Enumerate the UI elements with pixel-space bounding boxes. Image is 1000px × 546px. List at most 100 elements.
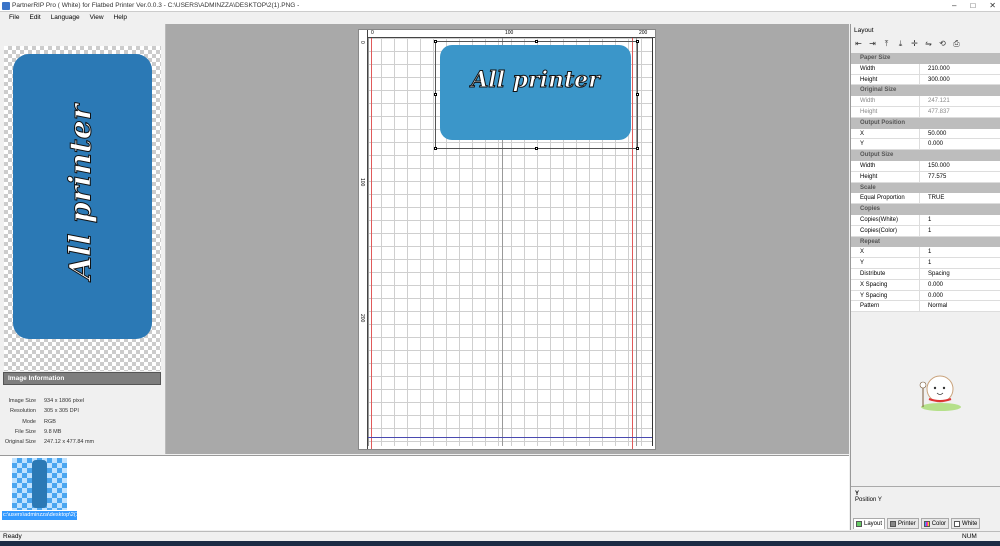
- menu-view[interactable]: View: [90, 14, 104, 21]
- section-header[interactable]: Original Size: [851, 85, 1000, 97]
- info-row: Image Size 934 x 1806 pixel: [8, 398, 85, 404]
- property-value[interactable]: 77.575: [919, 171, 1000, 182]
- left-panel: All printer Image Information Image Size…: [0, 24, 166, 454]
- property-value[interactable]: 150.000: [919, 160, 1000, 171]
- tab-color[interactable]: Color: [920, 518, 950, 529]
- align-left-icon[interactable]: ⇤: [853, 39, 864, 49]
- property-value[interactable]: 210.000: [919, 63, 1000, 74]
- property-row[interactable]: Height 477.837: [851, 106, 1000, 118]
- property-row[interactable]: Y Spacing 0.000: [851, 290, 1000, 302]
- property-name: Height: [860, 76, 878, 83]
- property-value[interactable]: 1: [919, 258, 1000, 268]
- num-lock-indicator: NUM: [962, 533, 977, 540]
- info-row: Original Size 247.12 x 477.84 mm: [4, 439, 95, 446]
- resize-handle[interactable]: [535, 40, 538, 43]
- property-value[interactable]: 247.121: [919, 96, 1000, 106]
- property-value[interactable]: 50.000: [919, 128, 1000, 139]
- file-thumbnail-image: [12, 458, 67, 510]
- property-name: X: [860, 249, 865, 256]
- menu-edit[interactable]: Edit: [29, 14, 40, 21]
- print-icon[interactable]: ⎙: [951, 39, 962, 49]
- align-bottom-icon[interactable]: ⤓: [895, 39, 906, 49]
- property-row[interactable]: Equal Proportion TRUE: [851, 193, 1000, 205]
- property-value[interactable]: 300.000: [919, 74, 1000, 85]
- tab-layout[interactable]: Layout: [853, 518, 886, 529]
- property-row[interactable]: Pattern Normal: [851, 301, 1000, 313]
- maximize-button[interactable]: □: [970, 1, 975, 10]
- property-value[interactable]: Spacing: [919, 268, 1000, 279]
- section-header[interactable]: Copies: [851, 204, 1000, 215]
- print-page[interactable]: mm 0 100 200 0 100 200 All printer: [358, 29, 656, 450]
- print-image[interactable]: All printer: [440, 45, 631, 140]
- flip-icon[interactable]: ⇋: [923, 39, 934, 49]
- ruler-tick-label: 200: [359, 314, 365, 323]
- ruler-tick-label: 200: [639, 30, 648, 36]
- menu-file[interactable]: File: [9, 14, 19, 21]
- preview-text: All printer: [63, 104, 99, 280]
- property-row[interactable]: Width 210.000: [851, 63, 1000, 75]
- tab-printer[interactable]: Printer: [887, 518, 919, 529]
- property-row[interactable]: Height 77.575: [851, 171, 1000, 183]
- info-row: File Size 9.8 MB: [14, 428, 62, 435]
- ruler-tick-label: 0: [371, 30, 374, 36]
- property-row[interactable]: X Spacing 0.000: [851, 279, 1000, 291]
- section-header[interactable]: Paper Size: [851, 53, 1000, 64]
- property-value[interactable]: 0.000: [919, 279, 1000, 290]
- section-header[interactable]: Scale: [851, 182, 1000, 194]
- property-row[interactable]: Y1: [851, 258, 1000, 269]
- info-row: Mode RGB: [22, 418, 56, 425]
- property-name: X Spacing: [860, 281, 888, 288]
- property-row[interactable]: Width 247.121: [851, 96, 1000, 107]
- resize-handle[interactable]: [636, 147, 639, 150]
- resize-handle[interactable]: [434, 147, 437, 150]
- tab-white[interactable]: White: [951, 518, 981, 529]
- section-header[interactable]: Repeat: [851, 236, 1000, 248]
- file-strip: c:\users\adminzza\desktop\2(1).png: [0, 455, 849, 530]
- property-value[interactable]: TRUE: [919, 193, 1000, 204]
- property-row[interactable]: Height 300.000: [851, 74, 1000, 86]
- align-top-icon[interactable]: ⤒: [881, 39, 892, 49]
- close-button[interactable]: ✕: [989, 1, 996, 10]
- resize-handle[interactable]: [535, 147, 538, 150]
- property-row[interactable]: X 50.000: [851, 128, 1000, 140]
- ruler-tick-label: 100: [359, 178, 365, 187]
- rotate-icon[interactable]: ⟲: [937, 39, 948, 49]
- property-row[interactable]: Copies(White) 1: [851, 214, 1000, 226]
- center-icon[interactable]: ✛: [909, 39, 920, 49]
- property-row[interactable]: X1: [851, 247, 1000, 259]
- property-name: Y: [860, 141, 865, 148]
- ruler-tick-label: 100: [505, 30, 514, 36]
- menu-help[interactable]: Help: [114, 14, 127, 21]
- section-header[interactable]: Output Size: [851, 150, 1000, 161]
- margin-line-left: [371, 38, 372, 449]
- property-value[interactable]: 477.837: [919, 106, 1000, 117]
- property-value[interactable]: 0.000: [919, 139, 1000, 150]
- property-value[interactable]: 1: [919, 214, 1000, 225]
- canvas-area[interactable]: mm 0 100 200 0 100 200 All printer: [166, 24, 849, 454]
- resize-handle[interactable]: [636, 93, 639, 96]
- file-thumbnail-label: c:\users\adminzza\desktop\2(1).png: [2, 511, 92, 520]
- property-value[interactable]: 1: [919, 247, 1000, 258]
- property-row[interactable]: Width 150.000: [851, 160, 1000, 172]
- resize-handle[interactable]: [434, 40, 437, 43]
- description-text: Position Y: [855, 497, 882, 503]
- minimize-button[interactable]: –: [952, 1, 956, 10]
- file-thumbnail[interactable]: c:\users\adminzza\desktop\2(1).png: [2, 458, 92, 530]
- property-name: Height: [860, 108, 878, 115]
- resize-handle[interactable]: [636, 40, 639, 43]
- property-row[interactable]: Copies(Color) 1: [851, 225, 1000, 237]
- app-icon: [2, 2, 10, 10]
- image-info-table: Image Size 934 x 1806 pixel Resolution 305…: [0, 398, 160, 449]
- ruler-tick-label: 0: [359, 41, 365, 44]
- preview-card: All printer: [13, 54, 152, 339]
- property-row[interactable]: Y 0.000: [851, 139, 1000, 151]
- property-value[interactable]: 1: [919, 225, 1000, 236]
- resize-handle[interactable]: [434, 93, 437, 96]
- image-preview: All printer: [4, 46, 161, 371]
- menu-language[interactable]: Language: [51, 14, 80, 21]
- property-value[interactable]: 0.000: [919, 290, 1000, 301]
- property-value[interactable]: Normal: [919, 301, 1000, 312]
- property-row[interactable]: Distribute Spacing: [851, 268, 1000, 280]
- section-header[interactable]: Output Position: [851, 117, 1000, 129]
- align-right-icon[interactable]: ⇥: [867, 39, 878, 49]
